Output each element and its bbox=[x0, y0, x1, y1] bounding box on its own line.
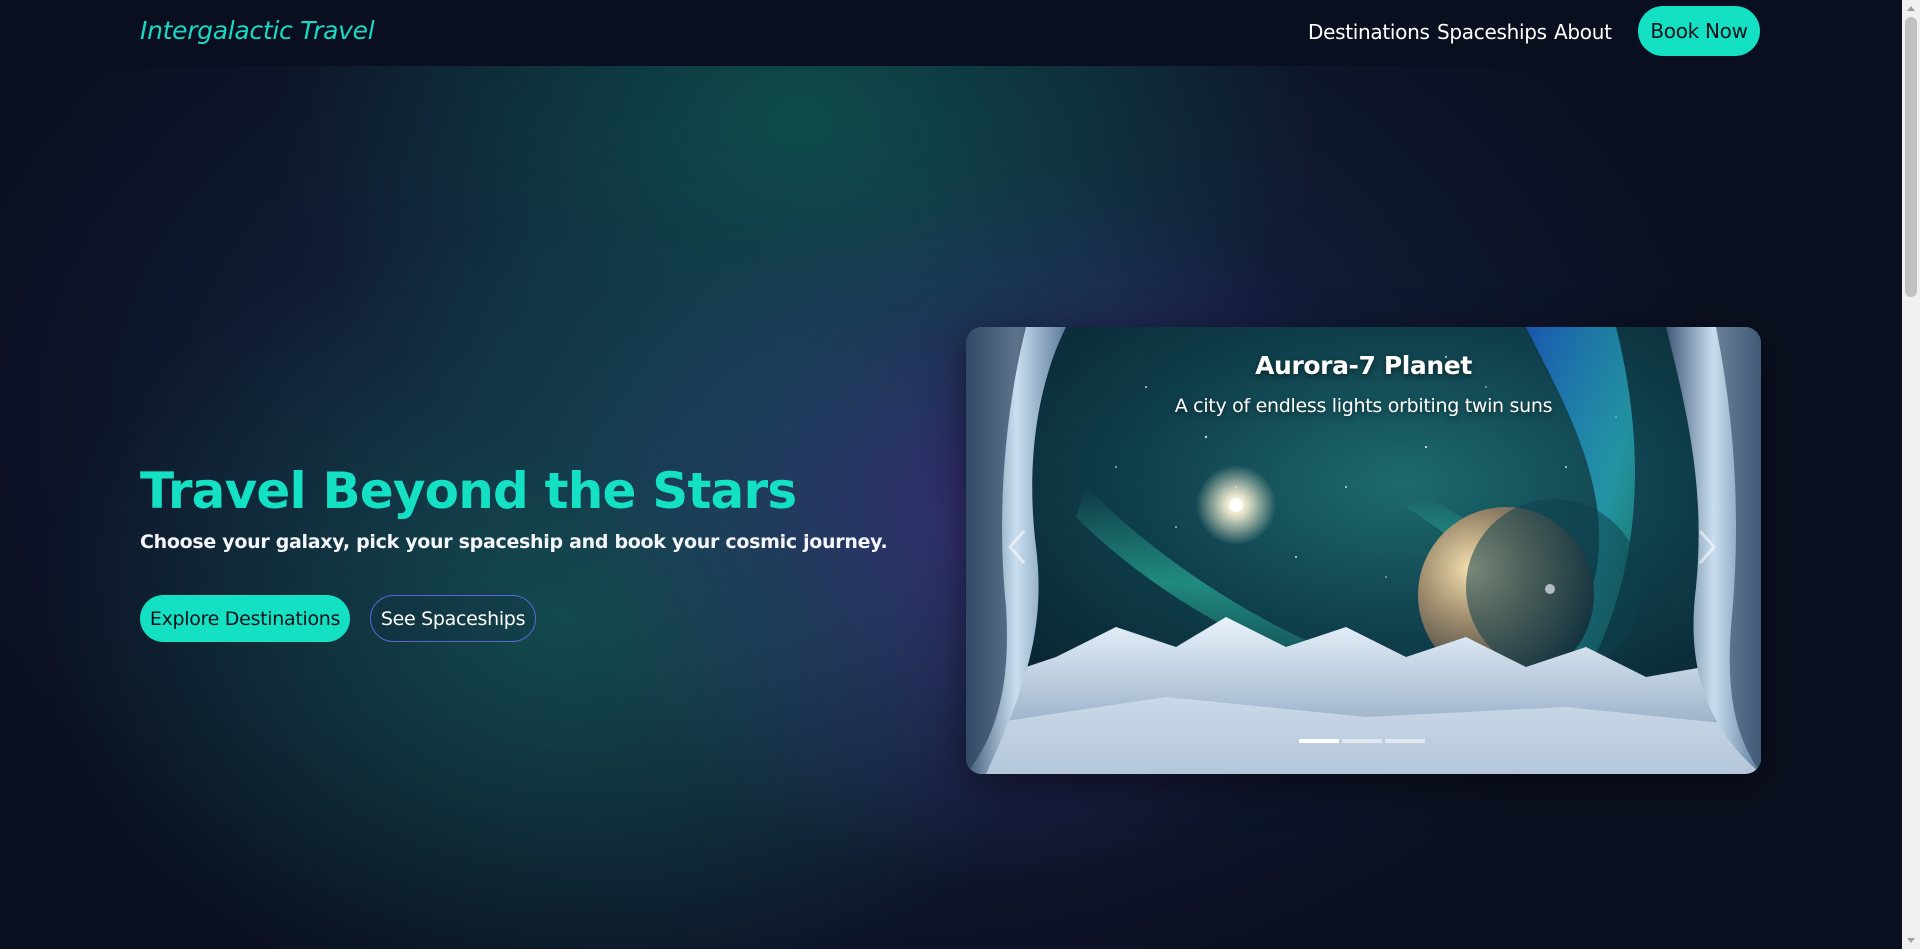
scrollbar-thumb[interactable] bbox=[1905, 17, 1917, 297]
explore-destinations-button[interactable]: Explore Destinations bbox=[140, 595, 350, 642]
chevron-left-icon bbox=[1008, 530, 1026, 564]
destination-carousel[interactable]: Aurora-7 Planet A city of endless lights… bbox=[966, 327, 1761, 774]
carousel-indicators bbox=[1299, 739, 1425, 743]
slide-title: Aurora-7 Planet bbox=[1255, 351, 1472, 380]
page-scrollbar[interactable] bbox=[1902, 0, 1920, 949]
site-header: Intergalactic Travel Destinations Spaces… bbox=[0, 0, 1902, 66]
carousel-indicator-2[interactable] bbox=[1342, 739, 1382, 743]
brand-logo[interactable]: Intergalactic Travel bbox=[140, 16, 375, 45]
carousel-indicator-3[interactable] bbox=[1385, 739, 1425, 743]
scroll-up-icon[interactable] bbox=[1902, 0, 1920, 16]
see-spaceships-button[interactable]: See Spaceships bbox=[370, 595, 536, 642]
carousel-next-button[interactable] bbox=[1696, 527, 1726, 577]
carousel-prev-button[interactable] bbox=[1006, 527, 1036, 577]
carousel-indicator-1[interactable] bbox=[1299, 739, 1339, 743]
book-now-button[interactable]: Book Now bbox=[1638, 6, 1760, 56]
hero-title: Travel Beyond the Stars bbox=[140, 462, 797, 520]
hero-subtitle: Choose your galaxy, pick your spaceship … bbox=[140, 531, 888, 553]
chevron-right-icon bbox=[1698, 530, 1716, 564]
nav-destinations[interactable]: Destinations bbox=[1308, 20, 1430, 44]
nav-spaceships[interactable]: Spaceships bbox=[1437, 20, 1547, 44]
scroll-down-icon[interactable] bbox=[1902, 933, 1920, 949]
slide-description: A city of endless lights orbiting twin s… bbox=[1174, 395, 1553, 417]
nav-about[interactable]: About bbox=[1554, 20, 1612, 44]
